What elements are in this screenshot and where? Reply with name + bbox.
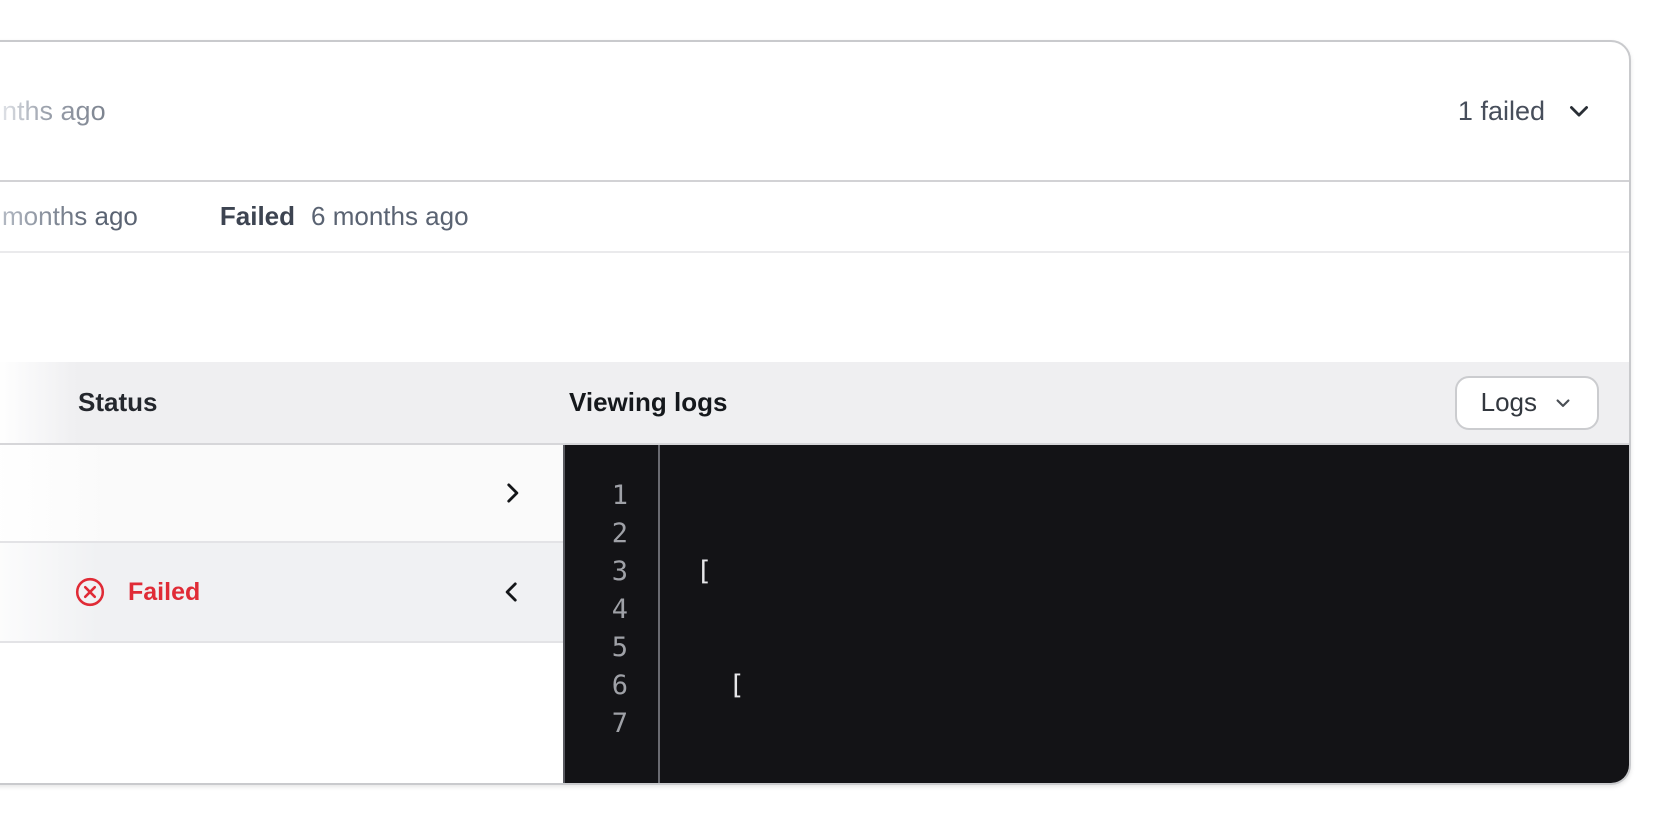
run-relative-time: nths ago <box>2 95 106 126</box>
run-details-card: nths ago 1 failed months ago Failed 6 mo… <box>0 40 1631 785</box>
steps-filler <box>0 643 563 783</box>
failed-circle-x-icon <box>74 576 106 608</box>
line-number: 5 <box>611 632 628 663</box>
run-meta-row: months ago Failed 6 months ago <box>0 182 1629 253</box>
log-code-area: [ [ “Terraform Cloud workspace terraform… <box>660 445 1629 783</box>
chevron-down-icon <box>1553 393 1573 413</box>
code-line: “Terraform Cloud workspace terraform-aws… <box>696 781 1613 783</box>
failure-count-dropdown[interactable]: 1 failed <box>1458 96 1593 127</box>
code-line: [ <box>696 670 745 701</box>
line-number: 3 <box>611 556 628 587</box>
meta-status-label: Failed <box>219 201 296 231</box>
code-line: [ <box>696 556 713 587</box>
logs-dropdown-button[interactable]: Logs <box>1454 375 1599 430</box>
log-viewer: 1 2 3 4 5 6 7 [ [ “Terraform Cloud works… <box>563 445 1629 783</box>
logs-toolbar: Status Viewing logs Logs <box>0 362 1629 445</box>
chevron-right-icon <box>499 480 525 506</box>
logs-body: Failed 1 2 3 4 5 6 7 [[ <box>0 445 1629 783</box>
screen: nths ago 1 failed months ago Failed 6 mo… <box>0 0 1672 826</box>
step-row-failed[interactable]: Failed <box>0 543 563 643</box>
line-number: 1 <box>611 480 628 511</box>
meta-status-time: 6 months ago <box>311 201 469 231</box>
chevron-left-icon <box>499 579 525 605</box>
step-row-collapsed[interactable] <box>0 445 563 543</box>
spacer <box>0 253 1629 362</box>
line-number: 4 <box>611 594 628 625</box>
chevron-down-icon <box>1565 97 1593 125</box>
steps-panel: Failed <box>0 445 563 783</box>
meta-relative-time: months ago <box>2 201 138 231</box>
logs-button-label: Logs <box>1480 387 1537 417</box>
status-heading: Status <box>0 387 563 418</box>
failed-status-label: Failed <box>128 577 201 606</box>
line-number: 2 <box>611 518 628 549</box>
viewing-logs-heading: Viewing logs <box>569 387 728 417</box>
line-number: 7 <box>611 708 628 739</box>
line-number-gutter: 1 2 3 4 5 6 7 <box>565 445 660 783</box>
run-header-row: nths ago 1 failed <box>0 42 1629 182</box>
line-number: 6 <box>611 670 628 701</box>
failure-count-label: 1 failed <box>1457 95 1545 126</box>
